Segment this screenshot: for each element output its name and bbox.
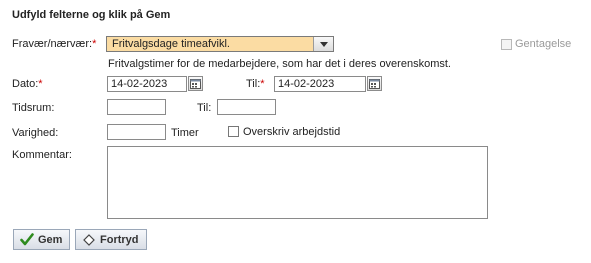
overwrite-worktime-label: Overskriv arbejdstid (243, 126, 341, 138)
required-mark: * (260, 78, 265, 90)
time-from-label: Tidsrum: (12, 102, 55, 114)
checkmark-icon (20, 233, 34, 246)
diamond-icon (83, 234, 95, 246)
calendar-icon (369, 79, 380, 89)
required-mark: * (92, 38, 97, 50)
cancel-button[interactable]: Fortryd (75, 229, 147, 250)
time-from-input[interactable] (107, 99, 166, 115)
date-to-label: Til:* (246, 78, 265, 90)
duration-unit: Timer (171, 127, 199, 139)
chevron-down-icon (320, 42, 328, 47)
comment-textarea[interactable] (107, 146, 488, 219)
save-button[interactable]: Gem (13, 229, 70, 250)
date-from-calendar-button[interactable] (188, 76, 203, 91)
absence-type-select[interactable]: Fritvalgsdage timeafvikl. (106, 36, 334, 52)
required-mark: * (38, 78, 43, 90)
duration-input[interactable] (107, 124, 166, 140)
comment-label: Kommentar: (12, 149, 72, 161)
date-to-calendar-button[interactable] (367, 76, 382, 91)
recurrence-label: Gentagelse (515, 38, 572, 50)
date-from-input[interactable] (107, 76, 187, 92)
time-to-input[interactable] (217, 99, 276, 115)
save-button-label: Gem (38, 234, 63, 246)
cancel-button-label: Fortryd (100, 234, 139, 246)
date-to-input[interactable] (274, 76, 366, 92)
time-to-label: Til: (197, 102, 212, 114)
absence-type-value: Fritvalgsdage timeafvikl. (112, 38, 230, 50)
absence-type-dropdown-button[interactable] (313, 37, 333, 51)
overwrite-worktime-checkbox[interactable] (228, 126, 239, 137)
date-from-label: Dato:* (12, 78, 43, 90)
recurrence-checkbox[interactable] (501, 39, 512, 50)
calendar-icon (190, 79, 201, 89)
absence-type-label: Fravær/nærvær:* (12, 38, 97, 50)
form-heading: Udfyld felterne og klik på Gem (12, 9, 171, 21)
duration-label: Varighed: (12, 127, 59, 139)
absence-type-description: Fritvalgstimer for de medarbejdere, som … (108, 58, 451, 70)
